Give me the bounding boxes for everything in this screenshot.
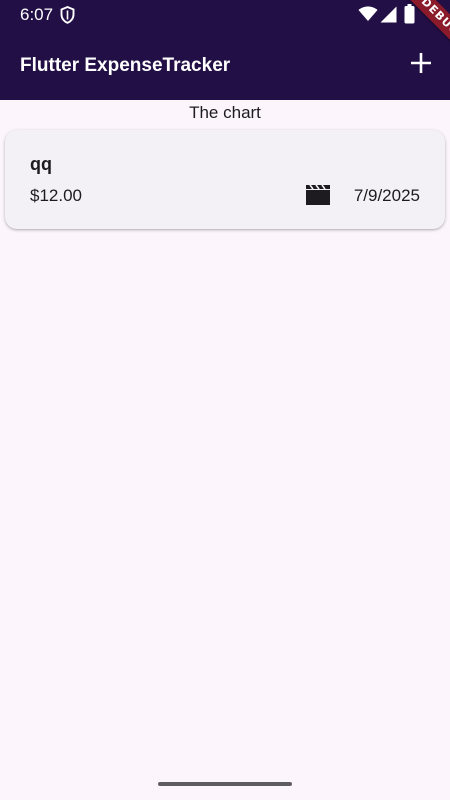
status-bar: 6:07 [0, 0, 450, 32]
wifi-icon [358, 6, 378, 27]
app-title: Flutter ExpenseTracker [20, 55, 231, 76]
add-icon [410, 52, 432, 78]
chart-placeholder: The chart [189, 103, 261, 122]
app-bar: 6:07 Flutter ExpenseTracker DEBUG [0, 0, 450, 100]
battery-icon [404, 4, 415, 29]
expense-title: qq [30, 154, 52, 174]
signal-icon [380, 6, 397, 28]
status-time: 6:07 [20, 5, 54, 24]
add-expense-button[interactable] [402, 46, 440, 84]
expense-date: 7/9/2025 [353, 186, 420, 205]
expense-amount: $12.00 [30, 186, 82, 205]
expense-card[interactable]: qq $12.00 7/9/2025 [5, 130, 445, 229]
home-indicator[interactable] [158, 782, 292, 786]
movie-icon [305, 184, 331, 211]
shield-icon [60, 5, 75, 29]
